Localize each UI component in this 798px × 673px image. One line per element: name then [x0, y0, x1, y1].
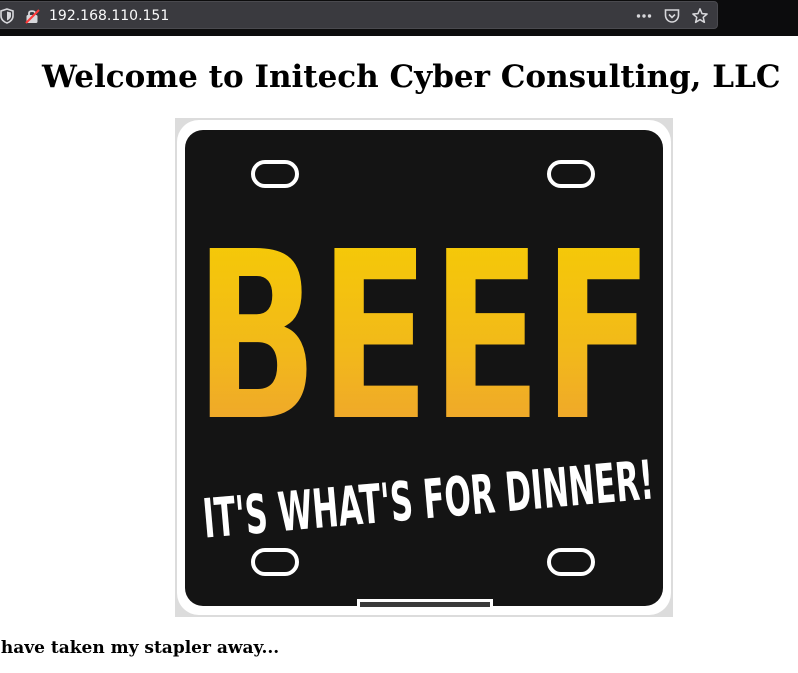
star-icon[interactable]	[691, 7, 709, 25]
plate-big-text: BEEF	[194, 200, 654, 474]
browser-toolbar: 192.168.110.151	[0, 0, 798, 36]
shield-icon[interactable]	[0, 8, 14, 24]
url-bar[interactable]: 192.168.110.151	[0, 1, 718, 29]
page-title: Welcome to Initech Cyber Consulting, LLC	[42, 59, 781, 95]
beef-license-plate-image: BEEF IT'S WHAT'S FOR DINNER!	[175, 118, 673, 617]
pocket-icon[interactable]	[663, 7, 681, 25]
toolbar-spacer	[718, 1, 798, 29]
insecure-lock-icon[interactable]	[25, 8, 40, 24]
more-dots-icon[interactable]	[635, 7, 653, 25]
url-text[interactable]: 192.168.110.151	[49, 6, 169, 26]
stapler-caption: I have taken my stapler away...	[0, 638, 280, 658]
